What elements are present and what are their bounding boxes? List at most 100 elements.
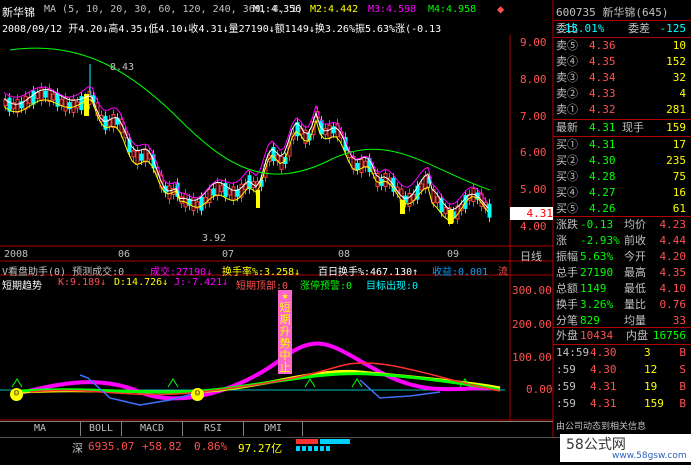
period-label[interactable]: 日线 bbox=[520, 248, 542, 264]
candle-body bbox=[231, 186, 236, 201]
date-tick: 07 bbox=[222, 249, 235, 260]
buy-price: 4.30 bbox=[589, 154, 616, 167]
status-pct: 0.86% bbox=[194, 440, 228, 453]
quote-footer[interactable]: 由公司动态到相关信息 bbox=[556, 419, 646, 432]
status-change: +58.82 bbox=[142, 440, 182, 453]
candle-body bbox=[227, 188, 232, 196]
tab-ma[interactable]: MA bbox=[0, 422, 81, 436]
buy-label: 买④ bbox=[556, 186, 578, 199]
arrow-up-down-icon[interactable]: ◆ bbox=[497, 2, 504, 16]
stat-label: 前收 bbox=[624, 234, 646, 247]
indicator2-k: K:9.189↓ bbox=[58, 277, 107, 288]
ma-line-green bbox=[9, 47, 491, 191]
inner-label: 内盘 bbox=[626, 329, 648, 342]
indicator2-d: D:14.726↓ bbox=[114, 277, 169, 288]
latest-value: 4.31 bbox=[589, 121, 616, 134]
stat-value: 4.20 bbox=[659, 250, 687, 263]
stat-value: 5.63% bbox=[580, 250, 614, 263]
highlight-bar bbox=[256, 190, 260, 208]
status-market: 深 bbox=[72, 442, 83, 455]
stat-value: 3.26% bbox=[580, 298, 614, 311]
indicator2-warn: 涨停预警:0 bbox=[300, 281, 353, 292]
candle-body bbox=[219, 185, 224, 193]
sell-price: 4.34 bbox=[589, 71, 616, 84]
buy-price: 4.28 bbox=[589, 170, 616, 183]
triangle-marker bbox=[11, 378, 23, 388]
weibi-row: 委比 -15.01% 委差 -125 bbox=[556, 21, 690, 36]
candle-body bbox=[35, 91, 40, 99]
candle-body bbox=[51, 93, 56, 101]
stat-label: 均量 bbox=[624, 314, 646, 327]
tab-rsi[interactable]: RSI bbox=[183, 422, 244, 436]
candle-body bbox=[63, 97, 68, 112]
stat-value: 4.35 bbox=[659, 266, 687, 279]
stat-row: 总额 1149 最低 4.10 bbox=[556, 281, 690, 296]
buy-volume: 16 bbox=[672, 186, 686, 199]
sell-volume: 10 bbox=[672, 39, 686, 52]
sell-label: 卖④ bbox=[556, 55, 578, 68]
sell-volume: 281 bbox=[666, 103, 686, 116]
tick-row: :59 4.31 19 B bbox=[556, 379, 690, 394]
ma-line-yellow bbox=[3, 98, 489, 221]
sell-price: 4.35 bbox=[589, 55, 616, 68]
latest-label: 最新 bbox=[556, 121, 578, 134]
indicator-lines bbox=[0, 341, 505, 406]
tick-price: 4.31 bbox=[590, 380, 617, 393]
candle-body bbox=[235, 189, 240, 197]
stat-row: 振幅 5.63% 今开 4.20 bbox=[556, 249, 690, 264]
candle-body bbox=[359, 159, 364, 174]
date-tick: 09 bbox=[447, 249, 460, 260]
candle-body bbox=[139, 153, 144, 161]
sell-label: 卖⑤ bbox=[556, 39, 578, 52]
sell-label: 卖② bbox=[556, 87, 578, 100]
stat-row: 分笔 829 均量 33 bbox=[556, 313, 690, 328]
candle-body bbox=[443, 207, 448, 215]
buy-label: 买① bbox=[556, 138, 578, 151]
xianshou-label: 现手 bbox=[622, 121, 644, 134]
tab-dmi[interactable]: DMI bbox=[244, 422, 303, 436]
date-tick: 2008 bbox=[4, 249, 29, 260]
ma-m4: M4:4.958 bbox=[428, 4, 477, 15]
tick-price: 4.30 bbox=[590, 346, 617, 359]
tick-time: :59 bbox=[556, 380, 576, 393]
tab-macd[interactable]: MACD bbox=[122, 422, 183, 436]
sell-row: 卖③ 4.34 32 bbox=[556, 70, 690, 85]
indicator1-flow: 流 bbox=[498, 267, 508, 278]
stat-label: 最高 bbox=[624, 266, 646, 279]
stock-name: 新华锦 bbox=[2, 6, 35, 19]
stat-value: 4.44 bbox=[659, 234, 687, 247]
tick-row: :59 4.30 12 S bbox=[556, 362, 690, 377]
candle-body bbox=[327, 124, 332, 139]
buy-volume: 75 bbox=[672, 170, 686, 183]
stat-label: 分笔 bbox=[556, 314, 578, 327]
sell-row: 卖⑤ 4.36 10 bbox=[556, 38, 690, 53]
tick-time: :59 bbox=[556, 363, 576, 376]
indicator-tick: 0.00 bbox=[526, 383, 553, 396]
candle-body bbox=[167, 185, 172, 200]
ma-m2: M2:4.442 bbox=[310, 4, 359, 15]
sell-row: 卖② 4.33 4 bbox=[556, 86, 690, 101]
date-tick: 08 bbox=[338, 249, 351, 260]
buy-volume: 235 bbox=[666, 154, 686, 167]
price-tick: 6.00 bbox=[520, 146, 547, 159]
highlight-bar bbox=[448, 210, 453, 224]
candle-body bbox=[31, 90, 36, 105]
indicator2-j: J:-7.421↓ bbox=[174, 277, 229, 288]
smiley-icon: ☺ bbox=[10, 388, 23, 401]
sell-volume: 152 bbox=[666, 55, 686, 68]
stat-value: 33 bbox=[672, 314, 686, 327]
date-tick: 06 bbox=[118, 249, 131, 260]
ohlc-line: 2008/09/12 开4.20↓高4.35↓低4.10↓收4.31↓量2719… bbox=[2, 24, 442, 35]
highlight-bar bbox=[400, 200, 405, 214]
stat-row: 总手 27190 最高 4.35 bbox=[556, 265, 690, 280]
tab-boll[interactable]: BOLL bbox=[81, 422, 122, 436]
candle-body bbox=[199, 196, 204, 211]
outer-inner-row: 外盘 10434 内盘 16756 bbox=[556, 328, 690, 343]
outer-value: 10434 bbox=[580, 329, 614, 342]
indicator1-income: 收益:0.001 bbox=[432, 267, 489, 278]
indicator1-turnover: 换手率%:3.258↓ bbox=[222, 267, 301, 278]
stat-value: -0.13 bbox=[580, 218, 614, 231]
buy-price: 4.31 bbox=[589, 138, 616, 151]
status-index: 6935.07 bbox=[88, 440, 135, 453]
stat-row: 涨跌 -0.13 均价 4.23 bbox=[556, 217, 690, 232]
